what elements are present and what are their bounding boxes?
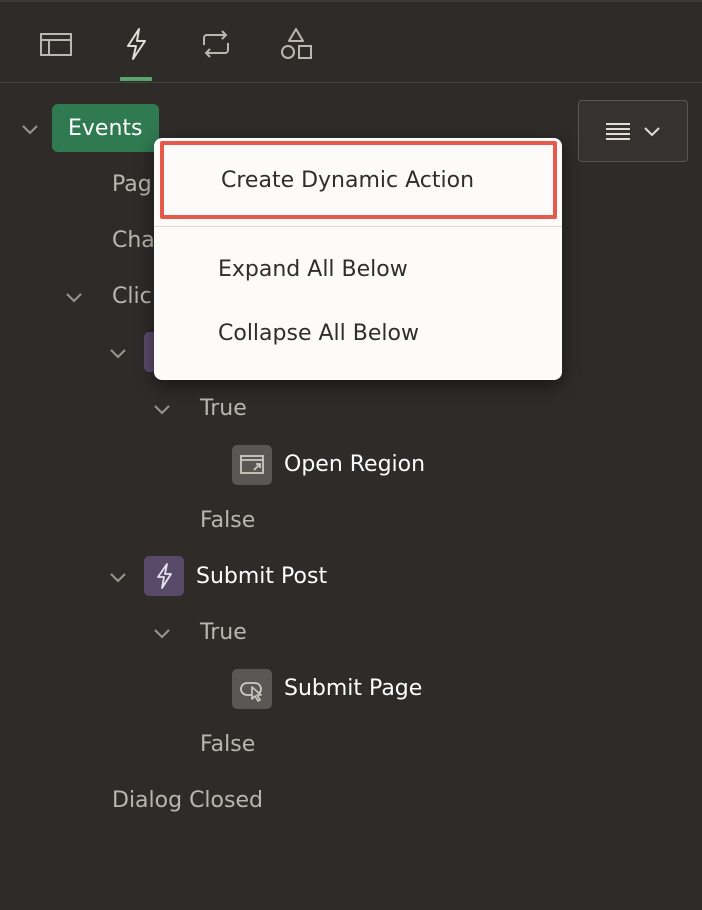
shapes-icon	[281, 28, 312, 59]
events-node[interactable]: Events	[52, 104, 159, 152]
active-tab-indicator	[120, 77, 152, 81]
menu-item-label: Collapse All Below	[218, 320, 419, 346]
tree-item-true[interactable]: True	[200, 620, 247, 645]
menu-divider	[154, 226, 562, 227]
chevron-down-icon	[154, 629, 170, 639]
menu-item-create-dynamic-action[interactable]: Create Dynamic Action	[160, 141, 557, 219]
chevron-down-icon	[110, 573, 126, 583]
tree-item-page-load[interactable]: Pag	[112, 172, 152, 197]
dynamic-action-icon	[144, 556, 184, 596]
tree-item-open-region[interactable]: Open Region	[284, 452, 425, 477]
tree-item-click[interactable]: Clic	[112, 284, 152, 309]
tab-shared-components[interactable]	[276, 24, 316, 64]
tree-item-change[interactable]: Cha	[112, 228, 155, 253]
tab-dynamic-actions[interactable]	[116, 24, 156, 64]
menu-item-label: Create Dynamic Action	[221, 167, 475, 193]
collapse-action-toggle[interactable]	[106, 341, 130, 365]
chevron-down-icon	[22, 125, 38, 135]
tree-item-true[interactable]: True	[200, 396, 247, 421]
collapse-click-toggle[interactable]	[62, 285, 86, 309]
menu-item-label: Expand All Below	[218, 256, 408, 282]
tab-rendering[interactable]	[36, 24, 76, 64]
tree-menu-button[interactable]	[578, 100, 688, 162]
chevron-down-icon	[110, 349, 126, 359]
open-region-icon	[232, 445, 272, 485]
chevron-down-icon	[66, 293, 82, 303]
submit-page-icon	[232, 669, 272, 709]
collapse-true-toggle[interactable]	[150, 621, 174, 645]
chevron-down-icon	[644, 127, 660, 137]
collapse-true-toggle[interactable]	[150, 397, 174, 421]
tab-processing[interactable]	[196, 24, 236, 64]
chevron-down-icon	[154, 405, 170, 415]
tree-item-false[interactable]: False	[200, 508, 255, 533]
collapse-events-toggle[interactable]	[18, 117, 42, 141]
process-icon	[203, 30, 229, 58]
context-menu: Create Dynamic Action Expand All Below C…	[154, 138, 562, 380]
menu-item-expand-all-below[interactable]: Expand All Below	[154, 239, 562, 299]
lightning-icon	[127, 28, 146, 60]
layout-icon	[40, 33, 72, 56]
menu-item-collapse-all-below[interactable]: Collapse All Below	[154, 303, 562, 363]
toolbar-divider	[0, 82, 702, 83]
lightning-icon	[157, 563, 172, 589]
collapse-submit-post-toggle[interactable]	[106, 565, 130, 589]
events-node-label: Events	[68, 115, 143, 141]
tree-item-dialog-closed[interactable]: Dialog Closed	[112, 788, 263, 813]
toolbar	[0, 2, 702, 82]
tree-item-submit-page[interactable]: Submit Page	[284, 676, 422, 701]
menu-icon	[606, 123, 630, 140]
tree-item-submit-post[interactable]: Submit Post	[196, 564, 327, 589]
tree-item-false[interactable]: False	[200, 732, 255, 757]
